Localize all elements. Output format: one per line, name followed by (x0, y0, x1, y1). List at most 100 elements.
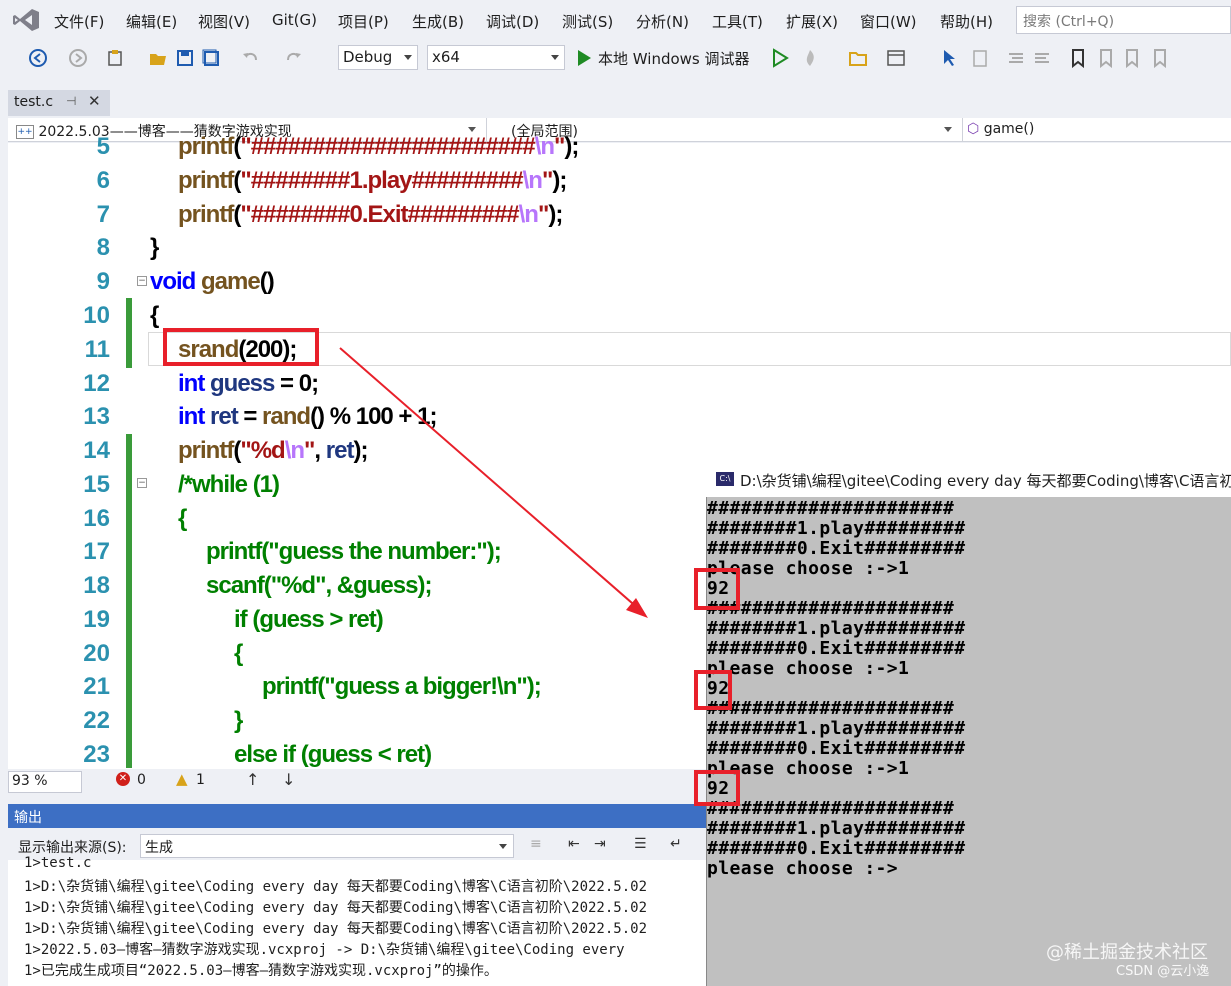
member-dropdown[interactable]: ⬡ game() (962, 118, 1231, 142)
zoom-value: 93 % (12, 773, 48, 789)
menu-project[interactable]: 项目(P) (338, 11, 389, 32)
back-icon[interactable] (28, 48, 48, 68)
run-debugger-button[interactable]: 本地 Windows 调试器 (598, 48, 750, 69)
line-number: 9 (96, 268, 110, 295)
window-layout-icon[interactable] (886, 48, 906, 68)
clear-all-icon[interactable]: ☰ (634, 836, 647, 852)
console-line: ########1.play######### (707, 518, 966, 539)
line-number: 14 (83, 437, 110, 464)
configuration-select[interactable]: Debug (338, 45, 418, 70)
line-number: 10 (83, 302, 110, 329)
close-icon[interactable]: ✕ (88, 92, 101, 110)
platform-select[interactable]: x64 (427, 45, 565, 70)
line-number: 21 (83, 673, 110, 700)
new-project-icon[interactable] (106, 48, 126, 68)
output-title: 输出 (14, 810, 42, 826)
bookmark-icon[interactable] (1068, 48, 1088, 69)
output-panel-header: 输出 (8, 804, 708, 828)
hot-reload-icon[interactable] (800, 48, 820, 68)
arrow-up-icon[interactable]: ↑ (246, 770, 259, 789)
console-line: ########0.Exit######### (707, 838, 966, 859)
menu-analyze[interactable]: 分析(N) (636, 11, 689, 32)
highlight-box-output-3 (694, 770, 740, 806)
line-number: 16 (83, 505, 110, 532)
error-icon[interactable]: ✕ (116, 772, 130, 786)
code-line-22: } (234, 707, 243, 734)
fold-collapse-icon[interactable]: − (137, 478, 147, 488)
document-tabstrip (0, 88, 1231, 116)
line-number: 23 (83, 741, 110, 768)
console-line: ###################### (707, 498, 955, 519)
method-cube-icon: ⬡ (967, 121, 980, 137)
output-line: 1>D:\杂货铺\编程\gitee\Coding every day 每天都要C… (24, 921, 648, 937)
visual-studio-logo-icon[interactable] (12, 8, 40, 32)
menu-help[interactable]: 帮助(H) (940, 11, 993, 32)
menu-view[interactable]: 视图(V) (198, 11, 250, 32)
console-title: D:\杂货铺\编程\gitee\Coding every day 每天都要Cod… (740, 472, 1231, 490)
comment-icon[interactable] (1006, 48, 1026, 68)
menu-test[interactable]: 测试(S) (562, 11, 613, 32)
line-number: 7 (96, 201, 110, 228)
save-all-icon[interactable] (201, 48, 221, 68)
console-line: ########1.play######### (707, 818, 966, 839)
uncomment-icon[interactable] (1032, 48, 1052, 68)
clipboard-icon[interactable] (970, 48, 990, 68)
menu-tools[interactable]: 工具(T) (712, 11, 763, 32)
line-number: 17 (83, 538, 110, 565)
console-title-bar[interactable]: C:\ D:\杂货铺\编程\gitee\Coding every day 每天都… (706, 463, 1231, 497)
browse-folder-icon[interactable] (848, 48, 868, 68)
watermark-csdn: CSDN @云小逸 (1116, 964, 1210, 979)
pin-icon[interactable]: ⊣ (66, 94, 76, 108)
menu-file[interactable]: 文件(F) (54, 11, 104, 32)
code-line-12: int guess = 0; (178, 370, 319, 397)
prev-message-icon[interactable]: ⇤ (568, 836, 580, 852)
console-line: ###################### (707, 598, 955, 619)
prev-bookmark-icon[interactable] (1096, 48, 1116, 69)
search-input[interactable]: 搜索 (Ctrl+Q) (1016, 6, 1231, 34)
output-source-select[interactable]: 生成 (140, 834, 514, 858)
warning-icon[interactable]: ▲ (176, 770, 188, 788)
output-line: 1>D:\杂货铺\编程\gitee\Coding every day 每天都要C… (24, 900, 648, 916)
clear-bookmarks-icon[interactable] (1150, 48, 1170, 69)
output-toolbar: 显示输出来源(S): 生成 ≡ ⇤ ⇥ ☰ ↵ (8, 832, 708, 860)
line-number: 5 (96, 133, 110, 160)
find-message-icon[interactable]: ≡ (530, 836, 542, 852)
line-number: 19 (83, 606, 110, 633)
chevron-down-icon (404, 55, 412, 60)
menu-extensions[interactable]: 扩展(X) (786, 11, 838, 32)
arrow-down-icon[interactable]: ↓ (282, 770, 295, 789)
menu-edit[interactable]: 编辑(E) (126, 11, 177, 32)
redo-icon[interactable] (284, 48, 304, 68)
zoom-select[interactable]: 93 % (8, 771, 82, 793)
pointer-icon[interactable] (940, 48, 960, 68)
word-wrap-icon[interactable]: ↵ (670, 836, 682, 852)
menu-debug[interactable]: 调试(D) (486, 11, 539, 32)
console-line: please choose :->1 (707, 658, 910, 679)
fold-collapse-icon[interactable]: − (137, 276, 147, 286)
output-source-value: 生成 (145, 840, 173, 856)
code-line-5: printf("#######################\n"); (178, 133, 579, 160)
code-line-16: { (178, 505, 187, 532)
project-icon: ++ (16, 125, 34, 139)
line-number: 12 (83, 370, 110, 397)
menu-build[interactable]: 生成(B) (412, 11, 464, 32)
forward-icon[interactable] (68, 48, 88, 68)
undo-icon[interactable] (240, 48, 260, 68)
console-line: ########1.play######### (707, 618, 966, 639)
start-without-debugging-icon[interactable] (770, 48, 790, 68)
code-line-6: printf("########1.play#########\n"); (178, 167, 567, 194)
save-icon[interactable] (175, 48, 195, 68)
highlight-box-srand (163, 328, 319, 366)
next-message-icon[interactable]: ⇥ (594, 836, 606, 852)
open-folder-icon[interactable] (148, 48, 168, 68)
output-line: 1>test.c (24, 855, 92, 871)
menu-window[interactable]: 窗口(W) (860, 11, 917, 32)
console-line: ###################### (707, 698, 955, 719)
run-icon[interactable] (574, 48, 594, 68)
menu-git[interactable]: Git(G) (272, 11, 317, 29)
console-line: ########0.Exit######### (707, 538, 966, 559)
tab-test-c[interactable]: test.c ⊣ ✕ (8, 90, 110, 116)
chevron-down-icon (944, 127, 952, 132)
output-line: 1>已完成生成项目“2022.5.03—博客—猜数字游戏实现.vcxproj”的… (24, 963, 498, 979)
next-bookmark-icon[interactable] (1122, 48, 1142, 69)
